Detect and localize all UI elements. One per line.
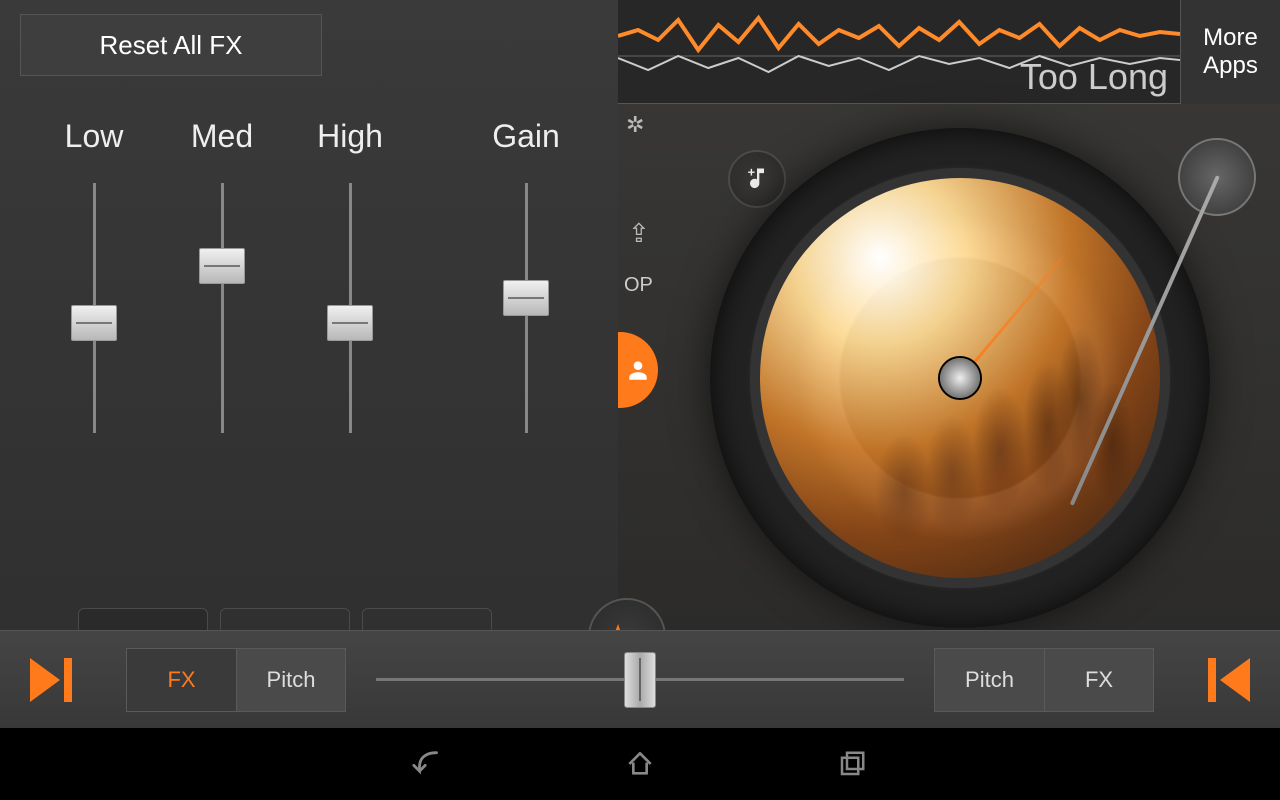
eq-high-slider[interactable] (320, 183, 380, 433)
left-mode-segment: FX Pitch (126, 648, 346, 712)
fx-tab-right[interactable]: FX (1044, 648, 1154, 712)
fx-tab-left[interactable]: FX (126, 648, 236, 712)
more-apps-label-2: Apps (1203, 52, 1258, 80)
transport-bar: FX Pitch Pitch FX (0, 630, 1280, 728)
fx-panel: Reset All FX Low Med High (0, 0, 618, 728)
play-pause-left[interactable] (30, 656, 86, 704)
platter (750, 168, 1170, 588)
play-icon (1220, 658, 1250, 702)
svg-text:+: + (748, 165, 756, 180)
android-back-button[interactable] (407, 743, 449, 785)
eq-med-slider[interactable] (192, 183, 252, 433)
pause-bar-icon (1208, 658, 1216, 702)
eq-med: Med (158, 118, 286, 433)
pitch-tab-right[interactable]: Pitch (934, 648, 1044, 712)
account-button[interactable] (618, 332, 658, 408)
pause-bar-icon (64, 658, 72, 702)
person-icon (625, 357, 651, 383)
spindle (940, 358, 980, 398)
waveform-display[interactable]: Too Long (618, 0, 1180, 104)
deck-panel: Too Long More Apps ✲ + ⇪ OP (618, 0, 1280, 728)
eq-row: Low Med High G (30, 118, 590, 433)
android-home-button[interactable] (619, 743, 661, 785)
eq-gain-slider[interactable] (496, 183, 556, 433)
play-pause-right[interactable] (1194, 656, 1250, 704)
eq-low: Low (30, 118, 158, 433)
main-area: Too Long More Apps ✲ + ⇪ OP (0, 0, 1280, 728)
crossfader[interactable] (376, 660, 904, 700)
reset-all-fx-button[interactable]: Reset All FX (20, 14, 322, 76)
op-label: OP (624, 274, 653, 297)
eq-high: High (286, 118, 414, 433)
more-apps-button[interactable]: More Apps (1180, 0, 1280, 104)
eq-low-slider[interactable] (64, 183, 124, 433)
eq-high-label: High (286, 118, 414, 155)
right-mode-segment: Pitch FX (934, 648, 1154, 712)
android-recents-button[interactable] (831, 743, 873, 785)
eq-med-label: Med (158, 118, 286, 155)
eq-gain: Gain (462, 118, 590, 433)
shop-icon[interactable]: ⇪ (628, 218, 650, 249)
slider-handle[interactable] (71, 305, 117, 341)
home-icon (624, 748, 656, 780)
slider-handle[interactable] (327, 305, 373, 341)
crossfader-handle[interactable] (624, 652, 656, 708)
reset-all-fx-label: Reset All FX (99, 30, 242, 61)
settings-gear-icon[interactable]: ✲ (626, 112, 644, 138)
back-icon (411, 747, 445, 781)
pitch-tab-left[interactable]: Pitch (236, 648, 346, 712)
play-icon (30, 658, 60, 702)
slider-handle[interactable] (199, 248, 245, 284)
slider-handle[interactable] (503, 280, 549, 316)
eq-low-label: Low (30, 118, 158, 155)
eq-gain-label: Gain (462, 118, 590, 155)
more-apps-label-1: More (1203, 24, 1258, 52)
recents-icon (837, 749, 867, 779)
turntable[interactable] (710, 128, 1210, 628)
android-nav-bar (0, 728, 1280, 800)
track-title: Too Long (1020, 56, 1168, 98)
record-vinyl[interactable] (760, 178, 1160, 578)
